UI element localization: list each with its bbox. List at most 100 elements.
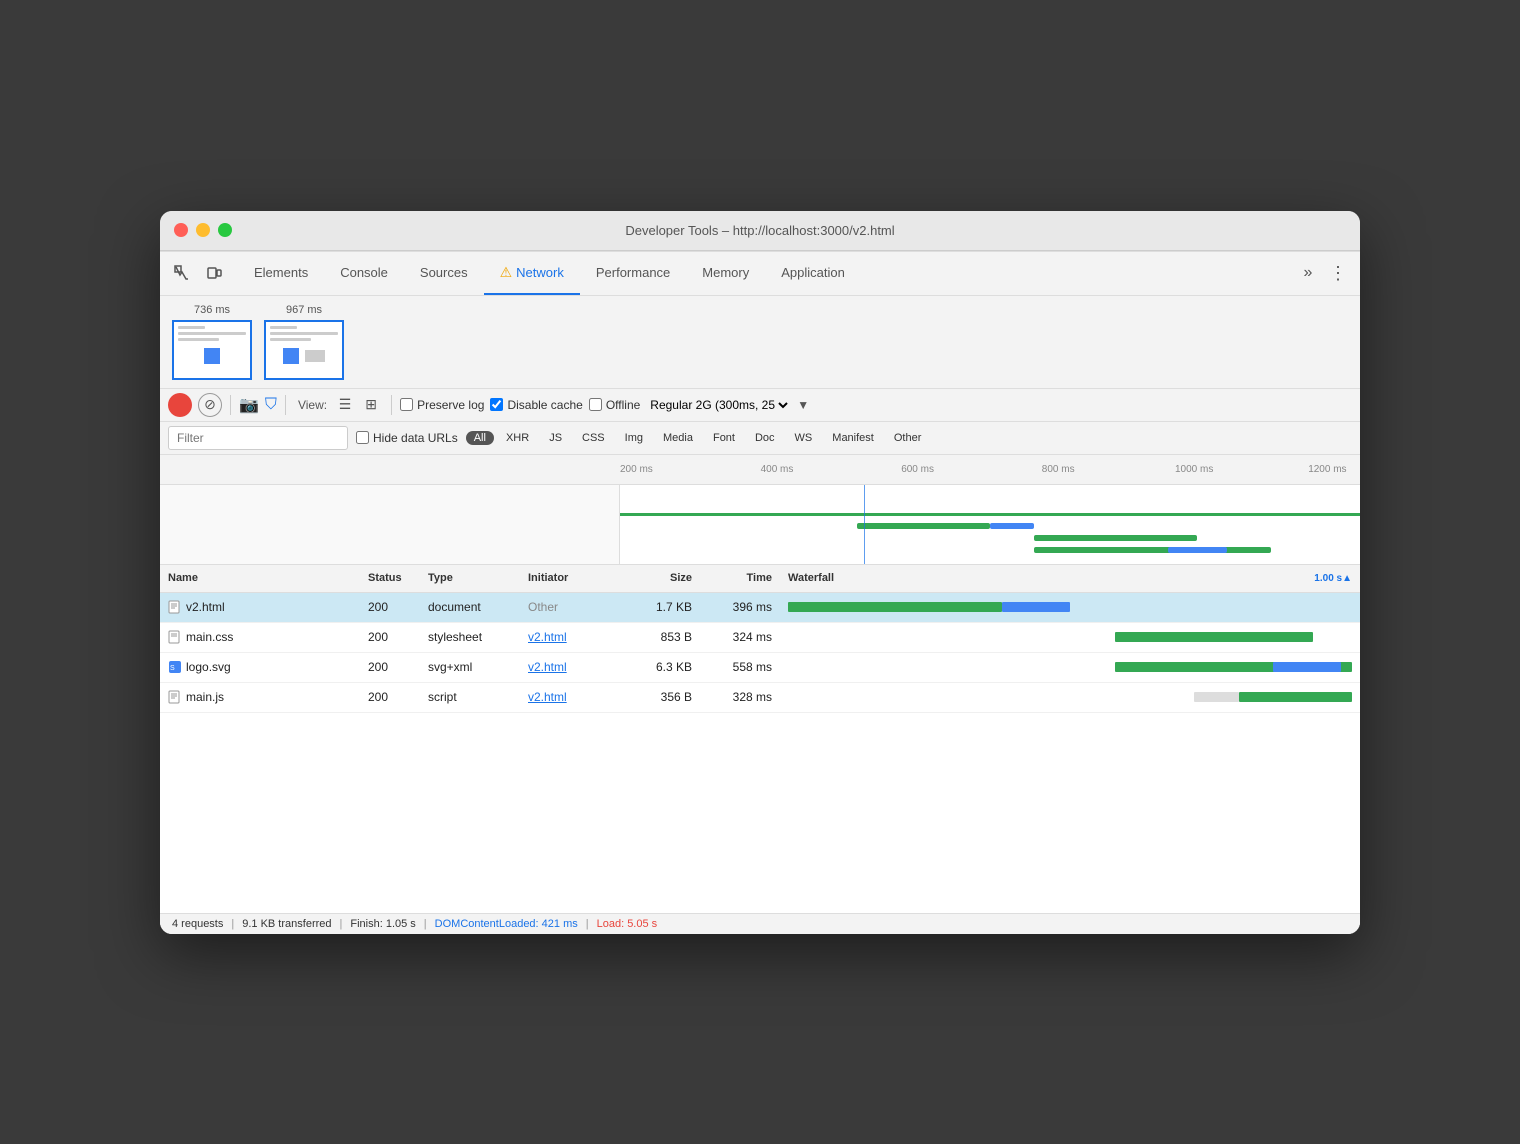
filter-other[interactable]: Other bbox=[886, 431, 930, 445]
cell-time-0: 396 ms bbox=[700, 600, 780, 614]
col-header-name[interactable]: Name bbox=[160, 572, 360, 584]
toolbar-divider-2 bbox=[285, 395, 286, 415]
filter-type-buttons: All XHR JS CSS Img Media Font Doc WS Man… bbox=[466, 431, 930, 445]
close-button[interactable] bbox=[174, 223, 188, 237]
tick-200ms: 200 ms bbox=[620, 464, 653, 475]
toolbar-divider-1 bbox=[230, 395, 231, 415]
wf-bar-green-1 bbox=[1115, 632, 1312, 642]
finish-time: Finish: 1.05 s bbox=[350, 918, 415, 930]
view-label: View: bbox=[298, 398, 327, 412]
filter-ws[interactable]: WS bbox=[787, 431, 821, 445]
tab-network[interactable]: ⚠ Network bbox=[484, 252, 580, 295]
screenshot-button[interactable]: 📷 bbox=[239, 395, 259, 415]
file-icon bbox=[168, 630, 182, 644]
devtools-menu-button[interactable]: ⋮ bbox=[1324, 259, 1352, 287]
clear-button[interactable]: ⊘ bbox=[198, 393, 222, 417]
devtools-icons bbox=[168, 259, 228, 287]
filmstrip-item-1[interactable]: 736 ms bbox=[172, 304, 252, 380]
tick-600ms: 600 ms bbox=[901, 464, 934, 475]
wf-bar-green-3 bbox=[1239, 692, 1352, 702]
tab-memory[interactable]: Memory bbox=[686, 252, 765, 295]
col-header-status[interactable]: Status bbox=[360, 572, 420, 584]
maximize-button[interactable] bbox=[218, 223, 232, 237]
col-header-type[interactable]: Type bbox=[420, 572, 520, 584]
timeline-chart[interactable] bbox=[160, 485, 1360, 565]
inspect-icon[interactable] bbox=[168, 259, 196, 287]
filter-bar: Hide data URLs All XHR JS CSS Img Media … bbox=[160, 422, 1360, 455]
tick-1000ms: 1000 ms bbox=[1175, 464, 1213, 475]
disable-cache-label[interactable]: Disable cache bbox=[490, 398, 582, 412]
tab-performance[interactable]: Performance bbox=[580, 252, 686, 295]
cell-type-2: svg+xml bbox=[420, 660, 520, 674]
tab-console[interactable]: Console bbox=[324, 252, 404, 295]
filter-img[interactable]: Img bbox=[617, 431, 651, 445]
cell-name-2: S logo.svg bbox=[160, 660, 360, 674]
warn-icon: ⚠ bbox=[500, 264, 513, 281]
wf-bar-blue-2 bbox=[1273, 662, 1341, 672]
offline-checkbox[interactable] bbox=[589, 398, 602, 411]
filter-manifest[interactable]: Manifest bbox=[824, 431, 882, 445]
filmstrip-item-2[interactable]: 967 ms bbox=[264, 304, 344, 380]
col-header-size[interactable]: Size bbox=[620, 572, 700, 584]
filter-doc[interactable]: Doc bbox=[747, 431, 783, 445]
devtools-window: Developer Tools – http://localhost:3000/… bbox=[160, 211, 1360, 934]
wf-bar-green-0 bbox=[788, 602, 1002, 612]
cell-name-0: v2.html bbox=[160, 600, 360, 614]
filter-input[interactable] bbox=[168, 426, 348, 450]
toolbar-divider-3 bbox=[391, 395, 392, 415]
table-row[interactable]: v2.html 200 document Other 1.7 KB 396 ms bbox=[160, 593, 1360, 623]
filter-all[interactable]: All bbox=[466, 431, 494, 445]
table-header: Name Status Type Initiator Size Time Wat… bbox=[160, 565, 1360, 593]
tick-800ms: 800 ms bbox=[1042, 464, 1075, 475]
table-empty-space bbox=[160, 713, 1360, 913]
filter-media[interactable]: Media bbox=[655, 431, 701, 445]
record-button[interactable] bbox=[168, 393, 192, 417]
titlebar: Developer Tools – http://localhost:3000/… bbox=[160, 211, 1360, 251]
table-row[interactable]: main.css 200 stylesheet v2.html 853 B 32… bbox=[160, 623, 1360, 653]
window-controls bbox=[174, 223, 232, 237]
timeline-green-base bbox=[620, 513, 1360, 516]
hide-data-urls-checkbox[interactable] bbox=[356, 431, 369, 444]
offline-label[interactable]: Offline bbox=[589, 398, 640, 412]
filter-xhr[interactable]: XHR bbox=[498, 431, 537, 445]
status-bar: 4 requests | 9.1 KB transferred | Finish… bbox=[160, 913, 1360, 934]
cell-time-3: 328 ms bbox=[700, 690, 780, 704]
table-row[interactable]: S logo.svg 200 svg+xml v2.html 6.3 KB 55… bbox=[160, 653, 1360, 683]
col-header-waterfall[interactable]: Waterfall 1.00 s▲ bbox=[780, 572, 1360, 584]
hide-data-urls-label[interactable]: Hide data URLs bbox=[356, 431, 458, 445]
file-icon bbox=[168, 600, 182, 614]
tab-sources[interactable]: Sources bbox=[404, 252, 484, 295]
more-tabs-button[interactable]: » bbox=[1294, 259, 1322, 287]
filter-icon-button[interactable]: ⛉ bbox=[265, 396, 277, 414]
filter-css[interactable]: CSS bbox=[574, 431, 613, 445]
col-header-initiator[interactable]: Initiator bbox=[520, 572, 620, 584]
filter-js[interactable]: JS bbox=[541, 431, 570, 445]
cell-initiator-3: v2.html bbox=[520, 690, 620, 704]
tab-bar: Elements Console Sources ⚠ Network Perfo… bbox=[160, 252, 1360, 296]
cell-initiator-2: v2.html bbox=[520, 660, 620, 674]
grouped-view-button[interactable]: ⊞ bbox=[359, 393, 383, 417]
minimize-button[interactable] bbox=[196, 223, 210, 237]
preserve-log-label[interactable]: Preserve log bbox=[400, 398, 484, 412]
network-table: Name Status Type Initiator Size Time Wat… bbox=[160, 565, 1360, 913]
cell-name-1: main.css bbox=[160, 630, 360, 644]
timeline-bars bbox=[620, 485, 1360, 564]
filter-font[interactable]: Font bbox=[705, 431, 743, 445]
timeline-bar-css bbox=[1034, 535, 1197, 541]
cell-time-1: 324 ms bbox=[700, 630, 780, 644]
cell-status-3: 200 bbox=[360, 690, 420, 704]
transferred-size: 9.1 KB transferred bbox=[242, 918, 331, 930]
disable-cache-checkbox[interactable] bbox=[490, 398, 503, 411]
tab-application[interactable]: Application bbox=[765, 252, 861, 295]
timeline-cursor bbox=[864, 485, 865, 564]
load-time: Load: 5.05 s bbox=[597, 918, 658, 930]
cell-status-0: 200 bbox=[360, 600, 420, 614]
tab-elements[interactable]: Elements bbox=[238, 252, 324, 295]
col-header-time[interactable]: Time bbox=[700, 572, 780, 584]
throttle-select[interactable]: Regular 2G (300ms, 25 bbox=[646, 397, 791, 413]
cell-status-2: 200 bbox=[360, 660, 420, 674]
list-view-button[interactable]: ☰ bbox=[333, 393, 357, 417]
table-row[interactable]: main.js 200 script v2.html 356 B 328 ms bbox=[160, 683, 1360, 713]
device-icon[interactable] bbox=[200, 259, 228, 287]
preserve-log-checkbox[interactable] bbox=[400, 398, 413, 411]
